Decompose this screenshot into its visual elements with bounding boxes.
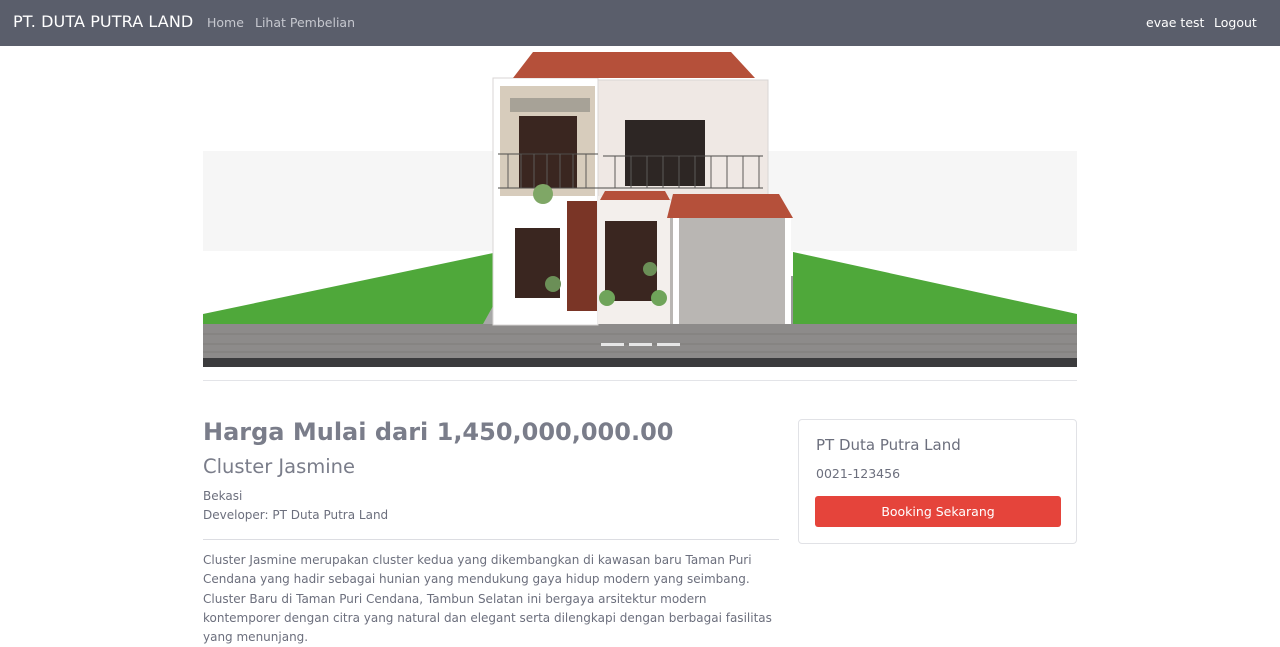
nav-lihat-pembelian-link[interactable]: Lihat Pembelian — [255, 15, 355, 30]
nav-home-link[interactable]: Home — [207, 15, 244, 30]
description-paragraph: Cluster Jasmine merupakan cluster kedua … — [203, 553, 772, 645]
cluster-name-heading: Cluster Jasmine — [203, 455, 356, 478]
brand-logo-link[interactable]: PT. DUTA PUTRA LAND — [13, 12, 193, 31]
price-heading: Harga Mulai dari 1,450,000,000.00 — [203, 418, 674, 446]
user-name-link[interactable]: evae test — [1146, 15, 1204, 30]
contact-card: PT Duta Putra Land 0021-123456 Booking S… — [798, 419, 1077, 544]
carousel-indicator-2[interactable] — [628, 343, 652, 346]
carousel-indicator-3[interactable] — [656, 343, 680, 346]
phone-number: 0021-123456 — [816, 466, 901, 481]
location-text: Bekasi — [203, 489, 243, 503]
divider — [203, 380, 1077, 381]
carousel-indicators — [203, 343, 1077, 346]
developer-text: Developer: PT Duta Putra Land — [203, 508, 389, 522]
company-name: PT Duta Putra Land — [816, 436, 961, 454]
divider — [203, 539, 779, 540]
property-image-carousel[interactable] — [203, 46, 1077, 367]
logout-link[interactable]: Logout — [1214, 15, 1257, 30]
carousel-indicator-1[interactable] — [600, 343, 624, 346]
house-rendering-image — [203, 52, 1077, 367]
booking-button[interactable]: Booking Sekarang — [815, 496, 1061, 527]
top-navbar: PT. DUTA PUTRA LAND Home Lihat Pembelian… — [0, 0, 1280, 46]
